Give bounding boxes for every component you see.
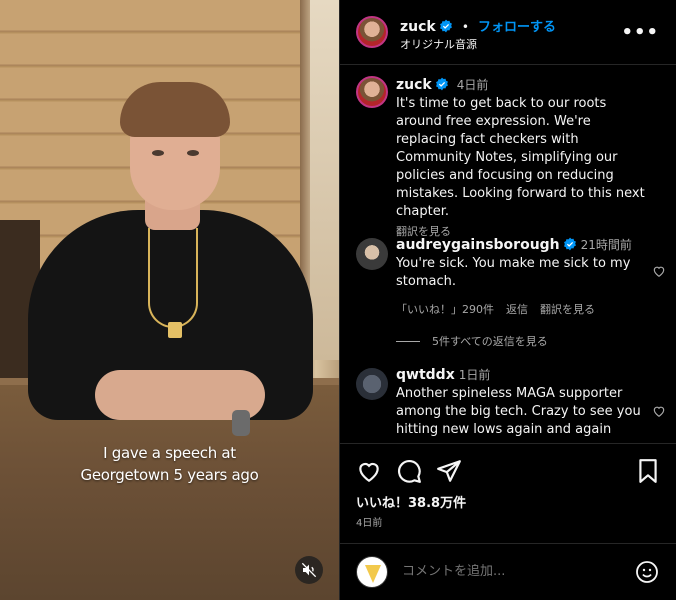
emoji-icon[interactable]	[635, 560, 659, 584]
like-heart-icon[interactable]	[356, 458, 382, 484]
more-options-button[interactable]: •••	[621, 22, 659, 43]
view-replies-label: 5件すべての返信を見る	[432, 335, 548, 348]
video-caption: I gave a speech at Georgetown 5 years ag…	[0, 442, 339, 486]
post-header: zuck • フォローする オリジナル音源 •••	[340, 0, 676, 65]
comment-time[interactable]: 1日前	[459, 368, 491, 382]
replies-line	[396, 340, 420, 342]
caption-post: zuck 4日前 It's time to get back to our roo…	[356, 76, 666, 238]
user-avatar[interactable]	[356, 556, 388, 588]
follow-button[interactable]: フォローする	[478, 20, 556, 35]
commenter-username[interactable]: audreygainsborough	[396, 237, 560, 253]
pendant	[168, 322, 182, 338]
necklace	[148, 228, 198, 328]
commenter-avatar[interactable]	[356, 368, 388, 400]
mute-icon	[301, 562, 317, 578]
share-send-icon[interactable]	[436, 458, 462, 484]
like-comment-icon[interactable]	[652, 404, 666, 418]
caption-time[interactable]: 4日前	[457, 78, 489, 92]
add-comment-input[interactable]	[402, 564, 602, 579]
wristwatch	[232, 410, 250, 436]
video-caption-line: Georgetown 5 years ago	[80, 466, 259, 484]
author-avatar[interactable]	[356, 16, 388, 48]
likes-count[interactable]: いいね！38.8万件	[356, 492, 466, 511]
view-replies-button[interactable]: 5件すべての返信を見る	[396, 333, 548, 349]
comment-item: audreygainsborough 21時間前 You're sick. You…	[356, 236, 666, 326]
comment-meta: 「いいね！」290件 返信 翻訳を見る	[396, 301, 654, 319]
commenter-username[interactable]: qwtddx	[396, 367, 455, 383]
caption-text: It's time to get back to our roots aroun…	[396, 96, 645, 219]
verified-badge-icon	[563, 237, 576, 251]
mute-button[interactable]	[295, 556, 323, 584]
add-comment-bar	[340, 543, 676, 600]
header-line: zuck • フォローする	[400, 16, 556, 35]
comment-body: audreygainsborough 21時間前 You're sick. You…	[396, 236, 654, 319]
verified-badge-icon	[439, 19, 452, 33]
comment-time[interactable]: 21時間前	[581, 238, 632, 252]
author-avatar[interactable]	[356, 76, 388, 108]
like-comment-icon[interactable]	[652, 264, 666, 278]
save-bookmark-icon[interactable]	[635, 458, 661, 484]
post-date[interactable]: 4日前	[356, 514, 382, 529]
post-actions: いいね！38.8万件 4日前	[340, 443, 676, 543]
post-panel: zuck • フォローする オリジナル音源 ••• zuck 4日前 It's t…	[339, 0, 676, 600]
separator: •	[461, 20, 469, 34]
comment-text: Another spineless MAGA supporter among t…	[396, 386, 641, 437]
caption-body: zuck 4日前 It's time to get back to our roo…	[396, 76, 654, 241]
author-username[interactable]: zuck	[400, 19, 436, 35]
commenter-avatar[interactable]	[356, 238, 388, 270]
comment-likes[interactable]: 「いいね！」290件	[396, 303, 494, 316]
person-eye	[187, 150, 199, 156]
comment-text: You're sick. You make me sick to my stom…	[396, 256, 631, 289]
audio-label[interactable]: オリジナル音源	[400, 36, 477, 52]
comment-item: qwtddx 1日前 Another spineless MAGA support…	[356, 366, 666, 442]
window-light	[310, 0, 339, 360]
comments-section: zuck 4日前 It's time to get back to our roo…	[340, 66, 676, 442]
caption-username[interactable]: zuck	[396, 77, 432, 93]
comment-body: qwtddx 1日前 Another spineless MAGA support…	[396, 366, 654, 439]
comment-bubble-icon[interactable]	[396, 458, 422, 484]
translate-button[interactable]: 翻訳を見る	[540, 303, 595, 316]
video-caption-line: I gave a speech at	[103, 444, 236, 462]
reply-button[interactable]: 返信	[506, 303, 528, 316]
verified-badge-icon	[435, 77, 448, 91]
person-hair	[120, 82, 230, 137]
user-avatar-image	[365, 565, 381, 583]
reel-video[interactable]: I gave a speech at Georgetown 5 years ag…	[0, 0, 339, 600]
person-eye	[152, 150, 164, 156]
